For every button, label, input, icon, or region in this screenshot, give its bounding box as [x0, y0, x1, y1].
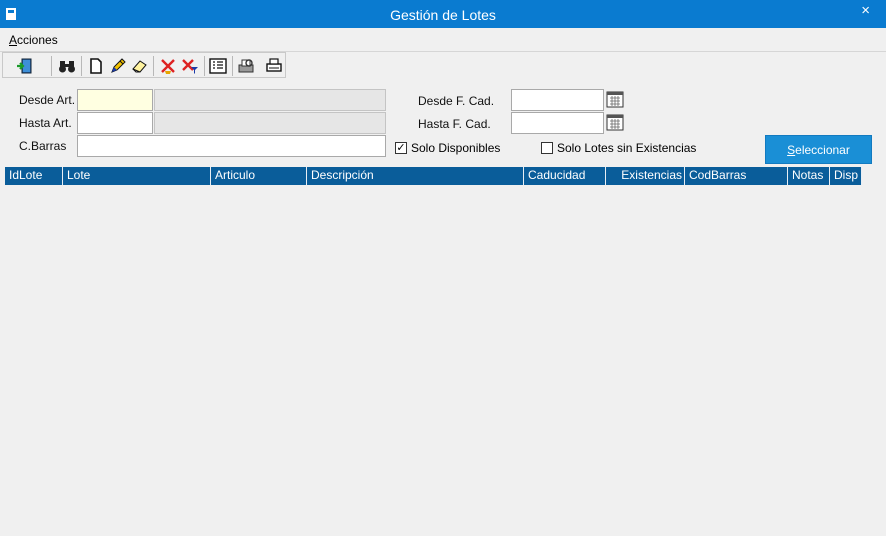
- column-header-lote[interactable]: Lote: [63, 167, 211, 185]
- exit-icon[interactable]: [15, 56, 35, 76]
- hasta-art-description: [154, 112, 386, 134]
- solo-lotes-sin-existencias-label: Solo Lotes sin Existencias: [557, 141, 697, 155]
- window-title: Gestión de Lotes: [390, 7, 496, 23]
- menu-bar: Acciones: [0, 28, 886, 52]
- toolbar-separator: [232, 56, 233, 76]
- results-grid[interactable]: [5, 167, 881, 533]
- eraser-icon[interactable]: [130, 56, 150, 76]
- new-doc-icon[interactable]: [86, 56, 106, 76]
- cbarras-label: C.Barras: [19, 139, 67, 153]
- toolbar-separator: [204, 56, 205, 76]
- desde-art-input[interactable]: [77, 89, 153, 111]
- column-header-caducidad[interactable]: Caducidad: [524, 167, 606, 185]
- desde-art-description: [154, 89, 386, 111]
- toolbar: [2, 52, 286, 78]
- column-header-articulo[interactable]: Articulo: [211, 167, 307, 185]
- column-header-existencias[interactable]: Existencias: [606, 167, 685, 185]
- grid-header: IdLote Lote Articulo Descripción Caducid…: [5, 167, 862, 185]
- desde-fcad-input[interactable]: [511, 89, 604, 111]
- list-view-icon[interactable]: [208, 56, 228, 76]
- hasta-fcad-label: Hasta F. Cad.: [418, 117, 491, 131]
- delete-filter-icon[interactable]: [180, 56, 200, 76]
- checkbox-box: [541, 142, 553, 154]
- solo-disponibles-label: Solo Disponibles: [411, 141, 501, 155]
- column-header-disp[interactable]: Disp: [830, 167, 862, 185]
- column-header-idlote[interactable]: IdLote: [5, 167, 63, 185]
- column-header-codbarras[interactable]: CodBarras: [685, 167, 788, 185]
- delete-icon[interactable]: [158, 56, 178, 76]
- column-header-descripcion[interactable]: Descripción: [307, 167, 524, 185]
- menu-acciones[interactable]: Acciones: [9, 33, 58, 47]
- checkbox-box: ✓: [395, 141, 407, 154]
- calendar-icon[interactable]: [606, 90, 624, 108]
- hasta-fcad-input[interactable]: [511, 112, 604, 134]
- toolbar-separator: [81, 56, 82, 76]
- hasta-art-label: Hasta Art.: [19, 116, 72, 130]
- binoculars-icon[interactable]: [57, 56, 77, 76]
- toolbar-separator: [51, 56, 52, 76]
- close-icon[interactable]: ×: [861, 2, 870, 20]
- calendar-icon[interactable]: [606, 113, 624, 131]
- desde-art-label: Desde Art.: [19, 93, 76, 107]
- desde-fcad-label: Desde F. Cad.: [418, 94, 495, 108]
- cbarras-input[interactable]: [77, 135, 386, 157]
- solo-disponibles-checkbox[interactable]: ✓ Solo Disponibles: [395, 141, 500, 155]
- solo-lotes-sin-existencias-checkbox[interactable]: Solo Lotes sin Existencias: [541, 141, 696, 155]
- hasta-art-input[interactable]: [77, 112, 153, 134]
- print-icon[interactable]: [264, 56, 284, 76]
- edit-pencil-icon[interactable]: [108, 56, 128, 76]
- toolbar-separator: [153, 56, 154, 76]
- print-preview-icon[interactable]: [236, 56, 256, 76]
- seleccionar-button[interactable]: Seleccionar: [765, 135, 872, 164]
- column-header-notas[interactable]: Notas: [788, 167, 830, 185]
- title-bar: Gestión de Lotes ×: [0, 0, 886, 28]
